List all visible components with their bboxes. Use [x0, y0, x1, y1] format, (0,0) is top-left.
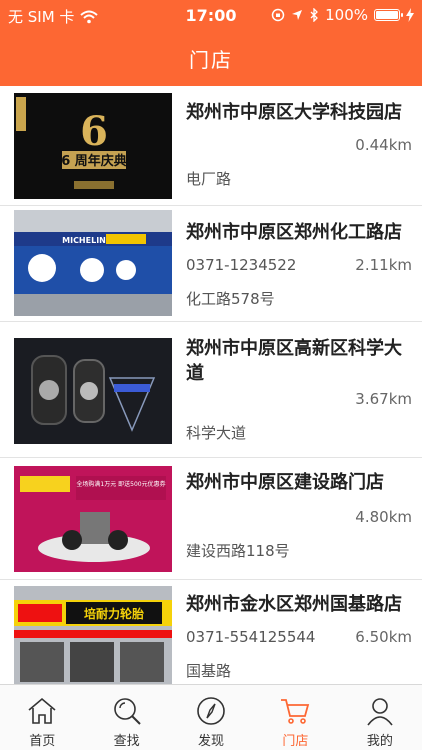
tab-stores[interactable]: 门店 — [253, 685, 337, 750]
anniversary-banner-image: 6 6 周年庆典 — [14, 93, 172, 199]
tab-label: 我的 — [366, 734, 393, 749]
battery-icon — [374, 9, 403, 21]
page-title: 门店 — [189, 48, 233, 72]
store-item[interactable]: 培耐力轮胎 郑州市金水区郑州国基路店 0371-554125544 6.50km… — [0, 580, 422, 684]
michelin-storefront-image: MICHELIN — [14, 210, 172, 316]
tab-label: 发现 — [198, 734, 225, 749]
store-thumbnail — [14, 338, 172, 444]
tab-label: 门店 — [282, 734, 309, 749]
store-list[interactable]: 6 6 周年庆典 郑州市中原区大学科技园店 0.44km 电厂路 MICHELI… — [0, 86, 422, 684]
store-item[interactable]: 全场购满1万元 即送500元优惠券 郑州市中原区建设路门店 4.80km 建设西… — [0, 458, 422, 580]
store-name: 郑州市中原区郑州化工路店 — [186, 222, 402, 243]
store-thumbnail: 培耐力轮胎 — [14, 586, 172, 684]
status-bar: 无 SIM 卡 17:00 100% — [0, 0, 422, 30]
thumb-caption: MICHELIN — [62, 236, 106, 245]
bluetooth-icon — [310, 8, 319, 22]
thumb-caption: 全场购满1万元 即送500元优惠券 — [76, 480, 165, 488]
tire-ad-image — [14, 338, 172, 444]
store-address: 化工路578号 — [186, 290, 275, 308]
promotion-banner-image: 全场购满1万元 即送500元优惠券 — [14, 466, 172, 572]
store-item[interactable]: 郑州市中原区高新区科学大道 3.67km 科学大道 — [0, 322, 422, 458]
status-right: 100% — [271, 6, 414, 24]
tab-label: 首页 — [29, 734, 56, 749]
store-distance: 3.67km — [355, 390, 412, 408]
store-name: 郑州市中原区建设路门店 — [186, 472, 384, 493]
tab-search[interactable]: 查找 — [84, 685, 168, 750]
pirelli-storefront-image: 培耐力轮胎 — [14, 586, 172, 684]
thumb-caption: 6 周年庆典 — [61, 153, 127, 169]
store-name: 郑州市中原区大学科技园店 — [186, 102, 402, 123]
search-icon — [113, 698, 141, 725]
store-address: 电厂路 — [186, 170, 232, 188]
compass-icon — [197, 697, 225, 725]
thumb-caption: 培耐力轮胎 — [84, 606, 144, 621]
cart-icon — [281, 699, 310, 724]
tab-bar: 首页 查找 发现 门店 我的 — [0, 684, 422, 750]
store-distance: 0.44km — [355, 136, 412, 154]
person-icon — [367, 698, 393, 726]
store-item[interactable]: 6 6 周年庆典 郑州市中原区大学科技园店 0.44km 电厂路 — [0, 86, 422, 206]
store-address: 国基路 — [186, 662, 232, 680]
tab-home[interactable]: 首页 — [0, 685, 84, 750]
store-item[interactable]: MICHELIN 郑州市中原区郑州化工路店 0371-1234522 2.11k… — [0, 206, 422, 322]
store-distance: 6.50km — [355, 628, 412, 646]
store-phone[interactable]: 0371-554125544 — [186, 628, 315, 646]
store-address: 建设西路118号 — [186, 542, 290, 560]
home-icon — [28, 697, 56, 724]
store-thumbnail: MICHELIN — [14, 210, 172, 316]
top-bar: 无 SIM 卡 17:00 100% 门店 — [0, 0, 422, 86]
orientation-lock-icon — [271, 8, 285, 22]
store-name: 郑州市金水区郑州国基路店 — [186, 594, 402, 615]
store-name: 郑州市中原区高新区科学大道 — [186, 338, 402, 384]
store-phone[interactable]: 0371-1234522 — [186, 256, 296, 274]
store-thumbnail: 全场购满1万元 即送500元优惠券 — [14, 466, 172, 572]
store-distance: 2.11km — [355, 256, 412, 274]
tab-label: 查找 — [113, 734, 140, 749]
store-thumbnail: 6 6 周年庆典 — [14, 93, 172, 199]
tab-discover[interactable]: 发现 — [169, 685, 253, 750]
battery-percent: 100% — [325, 6, 368, 24]
location-arrow-icon — [292, 10, 303, 20]
charging-icon — [406, 8, 414, 22]
tab-mine[interactable]: 我的 — [338, 685, 422, 750]
store-address: 科学大道 — [186, 424, 247, 442]
svg-text:6: 6 — [80, 108, 108, 155]
store-distance: 4.80km — [355, 508, 412, 526]
